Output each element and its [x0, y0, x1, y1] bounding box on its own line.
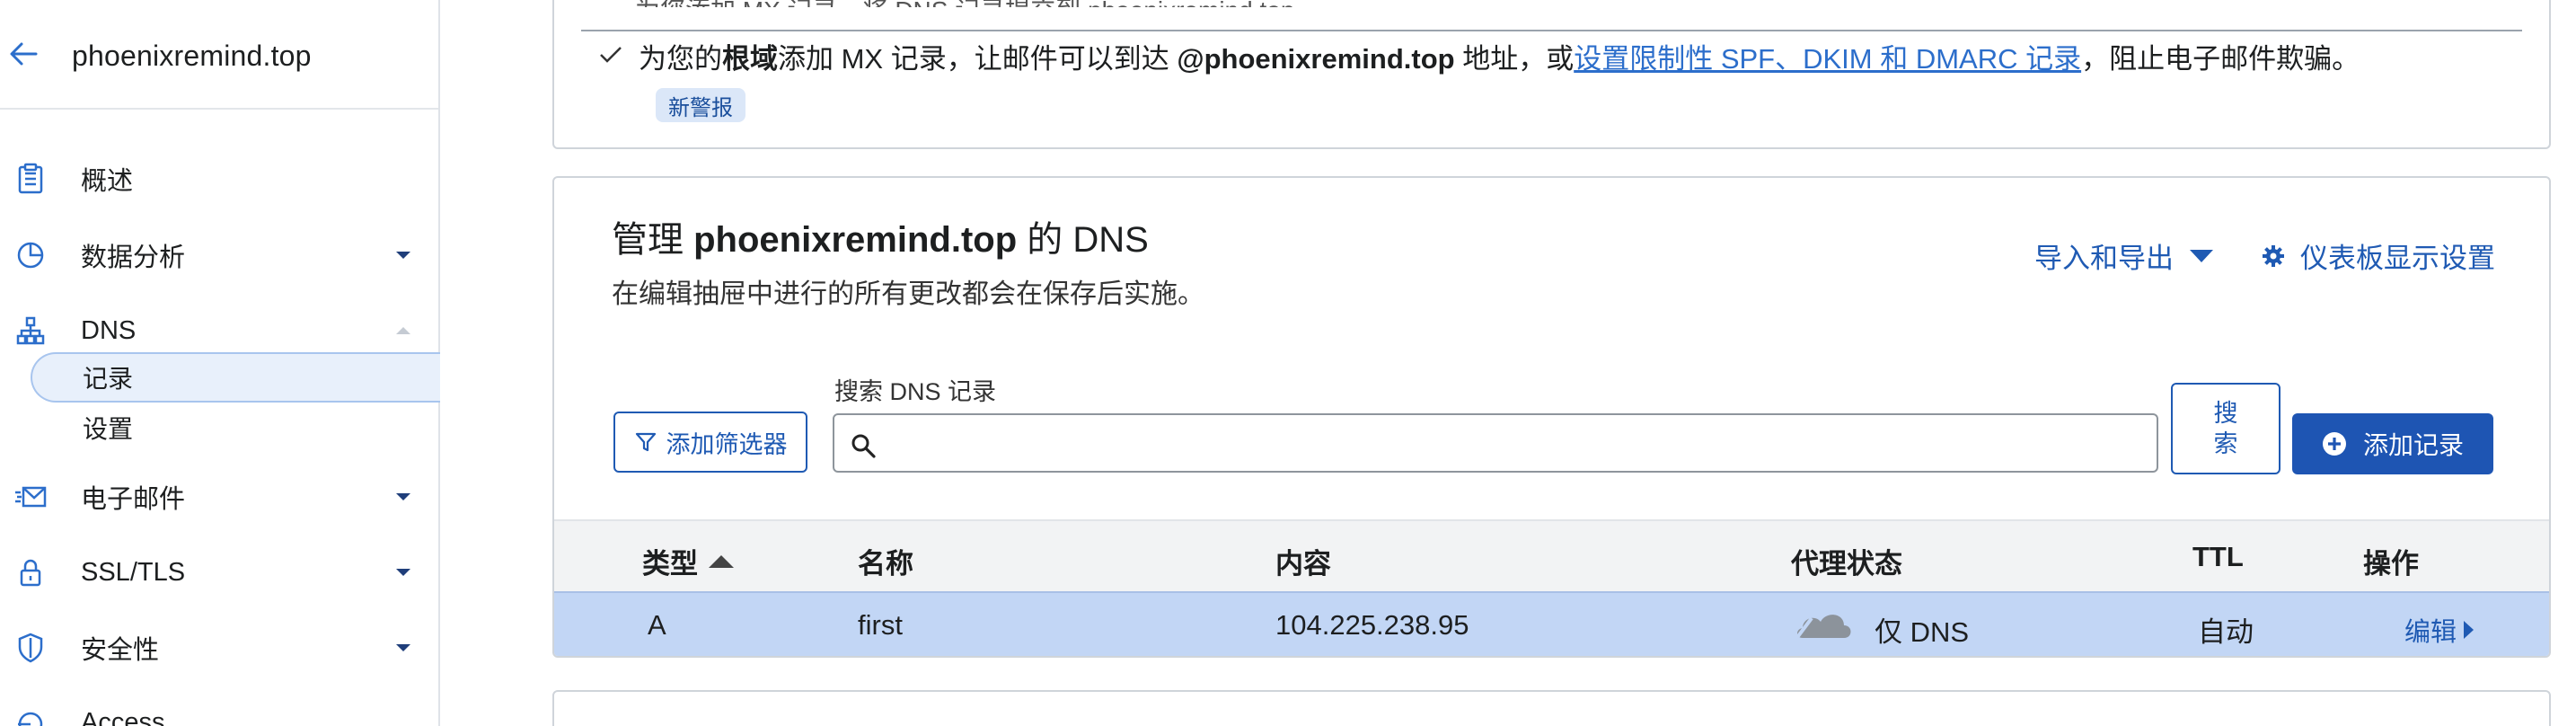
title-part: 的 DNS: [1017, 220, 1149, 260]
alert-text-part: 地址，或: [1454, 43, 1575, 75]
sidebar-item-label: 安全性: [81, 636, 160, 665]
caret-right-icon: [2464, 621, 2475, 639]
dashboard-settings-label: 仪表板显示设置: [2300, 243, 2495, 274]
sidebar-item-label: 概述: [81, 167, 134, 196]
alert-card: 为您添加 MX 记录，将 DNS 记录提交到 phoenixremind.top…: [552, 0, 2551, 149]
sidebar-subitem-label: 记录: [83, 365, 134, 393]
title-domain: phoenixremind.top: [693, 220, 1018, 260]
sidebar-item-label: 电子邮件: [81, 485, 186, 514]
cloud-icon: [1794, 615, 1851, 642]
edit-record-button[interactable]: 编辑: [2404, 611, 2475, 649]
clipboard-icon: [18, 163, 43, 194]
column-header-proxy-status: 代理状态: [1791, 548, 1902, 580]
record-type: A: [648, 609, 666, 641]
alert-previous-text: 为您添加 MX 记录，将 DNS 记录提交到 phoenixremind.top…: [635, 0, 1319, 7]
page-title: 管理 phoenixremind.top 的 DNS: [612, 210, 1149, 262]
sidebar-item-label: Access: [81, 707, 165, 726]
search-button-label: 搜索: [2213, 400, 2238, 457]
alert-text-bold: @phoenixremind.top: [1177, 43, 1455, 75]
search-button[interactable]: 搜索: [2171, 383, 2280, 474]
dashboard-settings-link[interactable]: 仪表板显示设置: [2261, 235, 2495, 276]
sidebar-item-security[interactable]: 安全性: [0, 623, 438, 673]
alert-text-bold: 根域: [722, 43, 778, 75]
sidebar-item-email[interactable]: 电子邮件: [0, 472, 438, 522]
search-icon: [851, 434, 876, 458]
filter-icon: [635, 432, 656, 452]
chevron-down-icon: [396, 493, 410, 500]
check-icon: [600, 47, 622, 63]
chevron-down-icon: [396, 644, 410, 651]
dns-records-card: 管理 phoenixremind.top 的 DNS 在编辑抽屉中进行的所有更改…: [552, 176, 2551, 658]
network-icon: [16, 316, 45, 345]
record-content: 104.225.238.95: [1275, 609, 1469, 641]
sidebar-header: phoenixremind.top: [0, 0, 438, 110]
import-export-dropdown[interactable]: 导入和导出: [2034, 235, 2213, 276]
access-icon: [18, 712, 43, 726]
record-proxy-status: 仅 DNS: [1875, 616, 1970, 648]
email-icon: [15, 486, 47, 508]
sidebar-subitem-records[interactable]: 记录: [31, 352, 440, 403]
sidebar-item-label: SSL/TLS: [81, 557, 186, 587]
search-field: [833, 413, 2158, 473]
column-header-content: 内容: [1275, 548, 1331, 580]
sidebar-item-label: 数据分析: [81, 243, 186, 272]
new-alert-badge: 新警报: [656, 88, 745, 122]
site-name: phoenixremind.top: [72, 40, 312, 72]
divider: [581, 30, 2522, 31]
title-part: 管理: [612, 220, 694, 260]
chevron-down-icon: [396, 569, 410, 576]
table-header: 类型 名称 内容 代理状态 TTL 操作: [554, 519, 2549, 591]
plus-circle-icon: [2322, 432, 2346, 456]
add-filter-button[interactable]: 添加筛选器: [613, 412, 807, 473]
sidebar-item-access[interactable]: Access: [0, 697, 438, 726]
record-ttl: 自动: [2198, 616, 2254, 648]
column-header-name: 名称: [858, 548, 913, 580]
gear-icon: [2263, 244, 2284, 267]
add-record-label: 添加记录: [2362, 431, 2464, 459]
search-input[interactable]: [888, 421, 2146, 467]
alert-text-part: 为您的: [639, 43, 722, 75]
sidebar-item-label: DNS: [81, 315, 137, 345]
chevron-down-icon: [396, 252, 410, 259]
alert-message: 为您的根域添加 MX 记录，让邮件可以到达 @phoenixremind.top…: [639, 36, 2360, 76]
arrow-left-icon[interactable]: [5, 36, 41, 72]
add-filter-label: 添加筛选器: [666, 430, 788, 458]
import-export-label: 导入和导出: [2034, 243, 2174, 274]
sidebar-subitem-label: 设置: [83, 415, 134, 443]
sidebar-subitem-settings[interactable]: 设置: [31, 403, 440, 453]
column-header-label: 类型: [642, 548, 698, 580]
pie-chart-icon: [17, 242, 44, 269]
sidebar: phoenixremind.top 概述 数据分析 DNS 记录 设置 电子邮件…: [0, 0, 440, 726]
sort-ascending-icon: [709, 554, 734, 568]
column-header-actions: 操作: [2363, 548, 2419, 580]
column-header-ttl: TTL: [2192, 541, 2244, 572]
table-row[interactable]: A first 104.225.238.95 仅 DNS 自动 编辑: [554, 591, 2549, 656]
sidebar-item-analytics[interactable]: 数据分析: [0, 230, 438, 280]
sidebar-item-overview[interactable]: 概述: [0, 154, 438, 204]
next-card: [552, 690, 2551, 726]
sidebar-item-ssl[interactable]: SSL/TLS: [0, 547, 438, 598]
sidebar-item-dns[interactable]: DNS: [0, 305, 438, 356]
edit-label: 编辑: [2404, 618, 2457, 647]
page-subtitle: 在编辑抽屉中进行的所有更改都会在保存后实施。: [612, 279, 1204, 309]
add-record-button[interactable]: 添加记录: [2292, 413, 2493, 474]
search-label: 搜索 DNS 记录: [834, 378, 997, 405]
alert-text-part: ，阻止电子邮件欺骗。: [2081, 43, 2360, 75]
alert-text-part: 添加 MX 记录，让邮件可以到达: [778, 43, 1178, 75]
spf-dkim-dmarc-link[interactable]: 设置限制性 SPF、DKIM 和 DMARC 记录: [1574, 43, 2081, 75]
shield-icon: [18, 633, 43, 663]
record-name: first: [858, 609, 903, 641]
column-header-type[interactable]: 类型: [642, 541, 734, 581]
caret-down-icon: [2190, 249, 2213, 262]
chevron-up-icon: [396, 327, 410, 334]
lock-icon: [20, 559, 41, 587]
